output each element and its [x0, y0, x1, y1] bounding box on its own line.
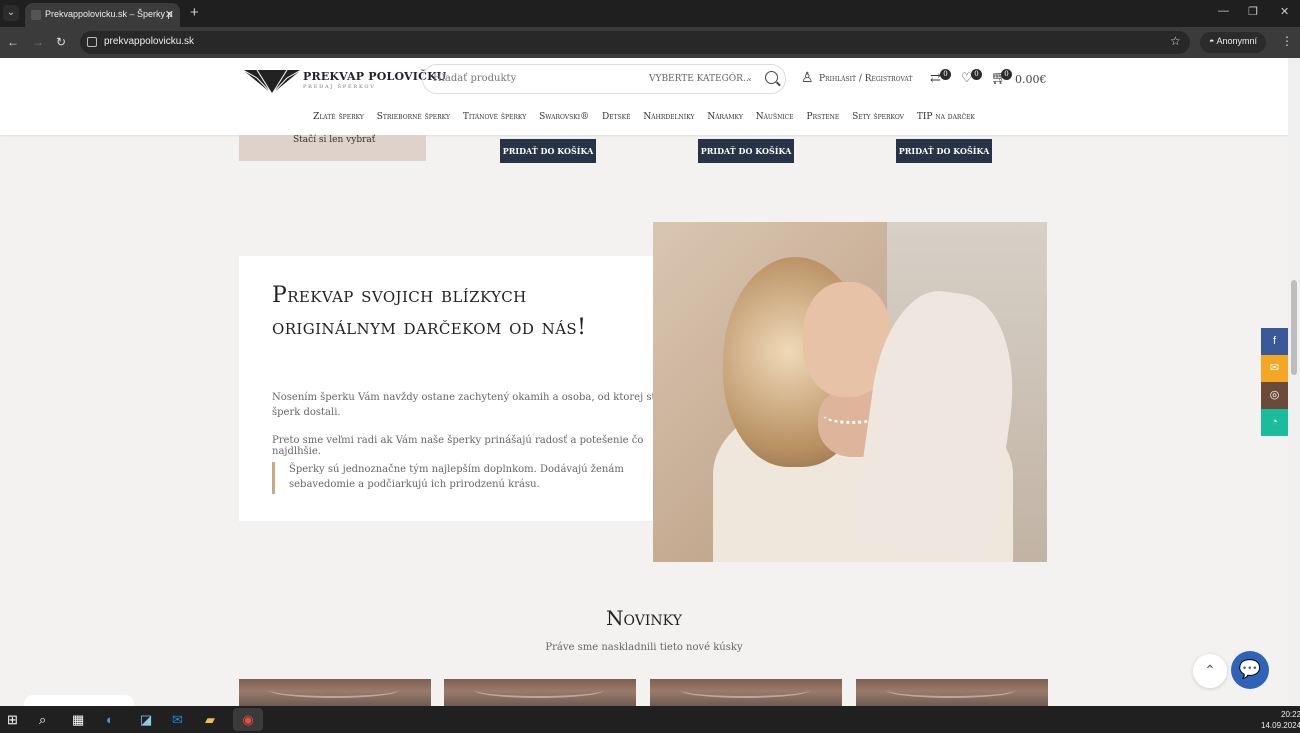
- mail-icon[interactable]: ✉: [172, 712, 183, 728]
- webpage-viewport: PREKVAP POLOVIČKU PREDAJ ŠPERKOV Hľadať …: [0, 58, 1288, 706]
- whatsapp-share-button[interactable]: ◔: [1261, 409, 1288, 436]
- nav-tip-na-darcek[interactable]: TIP na darček: [917, 112, 975, 122]
- bookmark-star-icon[interactable]: ☆: [1170, 34, 1181, 48]
- add-to-cart-button[interactable]: PRIDAŤ DO KOŠÍKA: [698, 139, 794, 163]
- chat-button[interactable]: 💬: [1231, 651, 1269, 689]
- clock-time: 20:22: [1281, 710, 1300, 719]
- add-to-cart-button[interactable]: PRIDAŤ DO KOŠÍKA: [500, 139, 596, 163]
- nav-sety-sperkov[interactable]: Sety šperkov: [852, 112, 904, 122]
- login-link[interactable]: Prihlásiť / Registrovať: [819, 74, 912, 84]
- product-thumbnail[interactable]: [239, 679, 431, 706]
- tab-title: Prekvappolovicku.sk – Šperky p: [45, 9, 173, 19]
- browser-menu-icon[interactable]: ⋮: [1281, 34, 1293, 48]
- search-form[interactable]: Hľadať produkty VYBERTE KATEGÓR... ⌄: [422, 64, 786, 94]
- product-thumbnail[interactable]: [856, 679, 1048, 706]
- task-view-icon[interactable]: ▦: [72, 712, 84, 728]
- brand-subtitle: PREDAJ ŠPERKOV: [303, 84, 376, 90]
- user-icon[interactable]: ♙: [801, 70, 814, 86]
- promo-paragraph: Nosením šperku Vám navždy ostane zachyte…: [272, 392, 662, 418]
- close-window-button[interactable]: ✕: [1280, 5, 1289, 18]
- nav-prstene[interactable]: Prstene: [807, 112, 840, 122]
- nav-detske[interactable]: Detské: [602, 112, 631, 122]
- nav-naramky[interactable]: Náramky: [707, 112, 742, 122]
- site-header: PREKVAP POLOVIČKU PREDAJ ŠPERKOV Hľadať …: [0, 58, 1288, 135]
- restore-button[interactable]: ❐: [1248, 5, 1258, 18]
- new-products-subtitle: Práve sme naskladnili tieto nové kúsky: [545, 642, 743, 653]
- cookie-widget[interactable]: [24, 695, 134, 706]
- promo-paragraph: Preto sme veľmi radi ak Vám naše šperky …: [272, 435, 644, 457]
- scroll-to-top-button[interactable]: ⌃: [1193, 654, 1227, 688]
- nav-strieborne-sperky[interactable]: Strieborné šperky: [377, 112, 450, 122]
- quote-divider: [272, 462, 275, 494]
- file-explorer-icon[interactable]: ▰: [205, 712, 215, 728]
- search-icon[interactable]: ⌕: [39, 712, 46, 728]
- browser-toolbar: ← → ↻ prekvappolovicku.sk ☆ ◓ Anonymní ⋮: [0, 27, 1300, 58]
- compare-count-badge: 0: [940, 69, 951, 80]
- search-input[interactable]: Hľadať produkty: [433, 73, 516, 84]
- site-info-icon[interactable]: [87, 37, 97, 47]
- windows-taskbar: ⊞ ⌕ ▦ ◐ ◪ ✉ ▰ ◉ 20:22 14.09.2024: [0, 706, 1300, 733]
- scrollbar-thumb[interactable]: [1291, 280, 1297, 375]
- add-to-cart-button[interactable]: PRIDAŤ DO KOŠÍKA: [896, 139, 992, 163]
- browser-tabbar: ⌄ Prekvappolovicku.sk – Šperky p ✕ + — ❐…: [0, 0, 1300, 27]
- promo-card-text: Stačí si len vybrať: [293, 135, 376, 145]
- promo-quote: Šperky sú jednoznačne tým najlepším dopl…: [289, 464, 624, 490]
- cart-total[interactable]: 0.00€: [1015, 73, 1047, 86]
- product-thumbnail[interactable]: [444, 679, 636, 706]
- nav-nausnice[interactable]: Náušnice: [756, 112, 794, 122]
- site-favicon-icon: [31, 10, 41, 20]
- new-tab-button[interactable]: +: [190, 4, 199, 21]
- cart-count-badge: 0: [1001, 69, 1012, 80]
- category-select[interactable]: VYBERTE KATEGÓR...: [649, 74, 752, 84]
- page-scrollbar[interactable]: [1288, 58, 1300, 706]
- nav-zlate-sperky[interactable]: Zlaté šperky: [313, 112, 364, 122]
- facebook-share-button[interactable]: f: [1261, 328, 1288, 355]
- woman-jewelry-photo: [653, 222, 1047, 562]
- clock-date: 14.09.2024: [1261, 721, 1300, 730]
- promo-title: Prekvap svojich blízkych originálnym dar…: [272, 283, 587, 340]
- nav-swarovski[interactable]: Swarovski®: [539, 112, 589, 122]
- windows-start-icon[interactable]: ⊞: [7, 712, 18, 728]
- edge-icon[interactable]: ◐: [106, 712, 114, 727]
- product-thumbnail[interactable]: [650, 679, 842, 706]
- back-icon[interactable]: ←: [7, 35, 19, 49]
- diamond-logo-icon[interactable]: [239, 64, 309, 96]
- nav-nahrdelniky[interactable]: Náhrdelníky: [643, 112, 694, 122]
- close-tab-icon[interactable]: ✕: [165, 8, 174, 21]
- forward-icon[interactable]: →: [32, 35, 44, 49]
- chrome-icon[interactable]: ◉: [233, 708, 263, 731]
- address-bar[interactable]: prekvappolovicku.sk: [80, 31, 1190, 54]
- notepad-icon[interactable]: ◪: [140, 712, 152, 728]
- minimize-button[interactable]: —: [1218, 5, 1229, 17]
- wishlist-count-badge: 0: [971, 69, 982, 80]
- new-products-title: Novinky: [606, 606, 682, 630]
- email-share-button[interactable]: ✉: [1261, 355, 1288, 382]
- profile-button[interactable]: ◓ Anonymní: [1200, 32, 1266, 53]
- nav-titanove-sperky[interactable]: Titánové šperky: [463, 112, 526, 122]
- profile-label: Anonymní: [1216, 36, 1257, 46]
- system-clock[interactable]: 20:22 14.09.2024: [1261, 709, 1300, 731]
- url-text: prekvappolovicku.sk: [104, 36, 195, 47]
- search-icon[interactable]: [765, 71, 778, 84]
- browser-tab-active[interactable]: Prekvappolovicku.sk – Šperky p ✕: [25, 3, 180, 27]
- instagram-share-button[interactable]: ◎: [1261, 382, 1288, 409]
- promo-card-image[interactable]: Stačí si len vybrať: [239, 135, 426, 161]
- reload-icon[interactable]: ↻: [56, 35, 66, 49]
- main-navigation: Zlaté šperky Strieborné šperky Titánové …: [0, 112, 1288, 122]
- chevron-down-icon[interactable]: ⌄: [746, 73, 753, 82]
- tab-search-button[interactable]: ⌄: [3, 5, 19, 21]
